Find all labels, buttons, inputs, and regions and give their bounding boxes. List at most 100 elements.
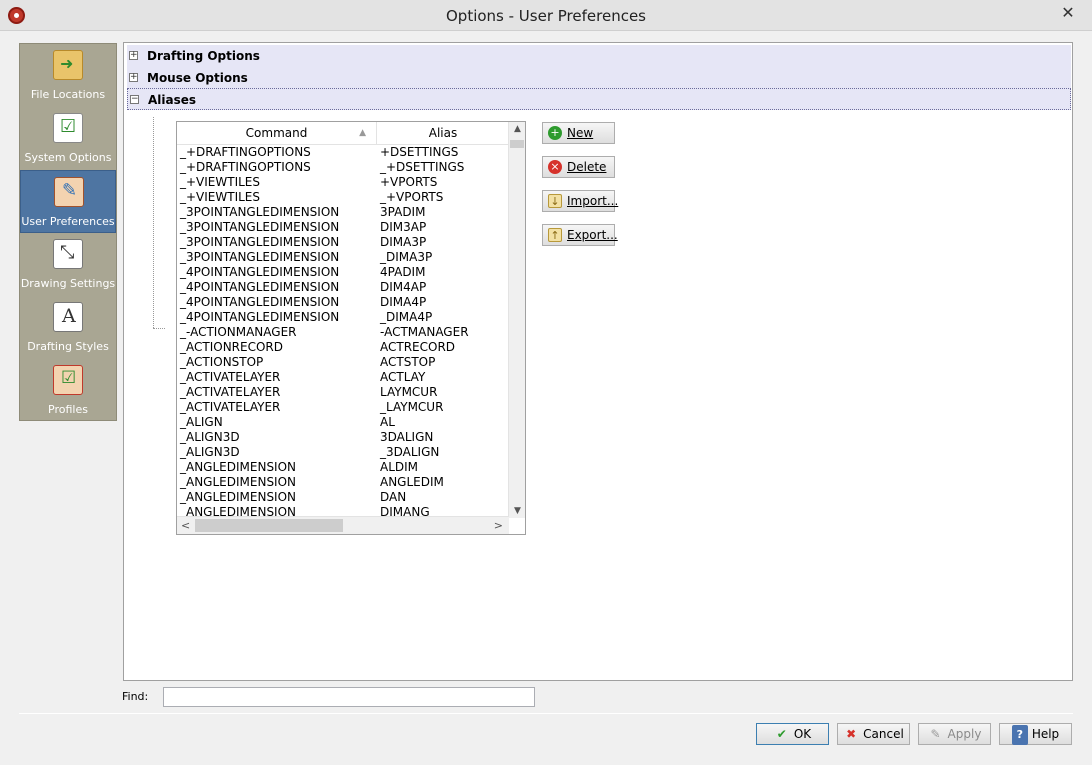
sidebar-item-label: File Locations xyxy=(30,88,106,101)
table-row[interactable]: _+VIEWTILES _+VPORTS xyxy=(177,190,509,205)
column-header-command[interactable]: Command ▲ xyxy=(177,122,377,145)
sidebar-item-profiles[interactable]: Profiles xyxy=(20,359,116,422)
table-row[interactable]: _ALIGN AL xyxy=(177,415,509,430)
close-button[interactable]: ✕ xyxy=(1058,3,1078,23)
command-cell: _ACTIVATELAYER xyxy=(180,370,281,384)
column-header-alias[interactable]: Alias xyxy=(377,122,509,145)
alias-cell: DIM3AP xyxy=(380,220,427,234)
tree-node-drafting-options[interactable]: + Drafting Options xyxy=(127,45,1071,67)
options-sidebar: File Locations System Options User Prefe… xyxy=(19,43,117,421)
table-row[interactable]: _ALIGN3D _3DALIGN xyxy=(177,445,509,460)
table-row[interactable]: _+VIEWTILES +VPORTS xyxy=(177,175,509,190)
alias-cell: ANGLEDIM xyxy=(380,475,444,489)
alias-cell: DIMA4P xyxy=(380,295,427,309)
folder-arrow-icon xyxy=(53,50,83,80)
help-button[interactable]: ? Help xyxy=(999,723,1072,745)
sidebar-item-label: Drawing Settings xyxy=(20,277,116,290)
sidebar-item-label: Drafting Styles xyxy=(27,340,109,353)
find-input[interactable] xyxy=(163,687,535,707)
sidebar-item-user-preferences[interactable]: User Preferences xyxy=(20,170,116,233)
table-row[interactable]: _4POINTANGLEDIMENSION 4PADIM xyxy=(177,265,509,280)
table-row[interactable]: _ACTIVATELAYER _LAYMCUR xyxy=(177,400,509,415)
command-cell: _4POINTANGLEDIMENSION xyxy=(180,280,340,294)
command-cell: _ACTIONRECORD xyxy=(180,340,283,354)
button-label: Delete xyxy=(567,160,607,174)
command-cell: _+VIEWTILES xyxy=(180,175,261,189)
command-cell: _+VIEWTILES xyxy=(180,190,261,204)
alias-rows: _+DRAFTINGOPTIONS +DSETTINGS _+DRAFTINGOP… xyxy=(177,145,509,517)
export-button[interactable]: ↑ Export... xyxy=(542,224,618,246)
table-row[interactable]: _-ACTIONMANAGER -ACTMANAGER xyxy=(177,325,509,340)
alias-cell: ACTRECORD xyxy=(380,340,456,354)
scroll-down-icon[interactable]: ▼ xyxy=(509,506,525,516)
alias-cell: DAN xyxy=(380,490,407,504)
table-row[interactable]: _+DRAFTINGOPTIONS _+DSETTINGS xyxy=(177,160,509,175)
expand-plus-icon[interactable]: + xyxy=(129,51,138,60)
export-icon: ↑ xyxy=(548,228,562,242)
table-row[interactable]: _+DRAFTINGOPTIONS +DSETTINGS xyxy=(177,145,509,160)
delete-alias-button[interactable]: × Delete xyxy=(542,156,615,178)
tree-connector xyxy=(153,328,165,329)
scroll-thumb[interactable] xyxy=(510,140,524,148)
checklist-icon xyxy=(53,113,83,143)
tree-node-mouse-options[interactable]: + Mouse Options xyxy=(127,67,1071,89)
table-row[interactable]: _ACTIVATELAYER ACTLAY xyxy=(177,370,509,385)
delete-icon: × xyxy=(548,160,562,174)
command-cell: _ALIGN3D xyxy=(180,430,240,444)
table-row[interactable]: _3POINTANGLEDIMENSION _DIMA3P xyxy=(177,250,509,265)
cancel-button[interactable]: ✖ Cancel xyxy=(837,723,910,745)
vertical-scrollbar[interactable]: ▲ ▼ xyxy=(508,122,525,518)
button-label: OK xyxy=(793,727,812,741)
command-cell: _3POINTANGLEDIMENSION xyxy=(180,250,340,264)
sort-ascending-icon: ▲ xyxy=(359,128,366,138)
table-row[interactable]: _ANGLEDIMENSION DAN xyxy=(177,490,509,505)
tree-node-label: Drafting Options xyxy=(147,49,260,63)
table-row[interactable]: _3POINTANGLEDIMENSION DIMA3P xyxy=(177,235,509,250)
apply-button[interactable]: ✎ Apply xyxy=(918,723,991,745)
table-row[interactable]: _4POINTANGLEDIMENSION DIMA4P xyxy=(177,295,509,310)
alias-cell: _LAYMCUR xyxy=(380,400,444,414)
cross-icon: ✖ xyxy=(846,727,857,741)
command-cell: _3POINTANGLEDIMENSION xyxy=(180,235,340,249)
command-cell: _3POINTANGLEDIMENSION xyxy=(180,220,340,234)
scroll-left-icon[interactable]: < xyxy=(181,519,190,532)
alias-cell: _DIMA4P xyxy=(380,310,433,324)
alias-cell: ACTSTOP xyxy=(380,355,436,369)
sidebar-item-drafting-styles[interactable]: Drafting Styles xyxy=(20,296,116,359)
ok-button[interactable]: ✔ OK xyxy=(756,723,829,745)
command-cell: _4POINTANGLEDIMENSION xyxy=(180,265,340,279)
button-label: New xyxy=(567,126,594,140)
table-row[interactable]: _3POINTANGLEDIMENSION 3PADIM xyxy=(177,205,509,220)
table-row[interactable]: _4POINTANGLEDIMENSION DIM4AP xyxy=(177,280,509,295)
table-row[interactable]: _ACTIVATELAYER LAYMCUR xyxy=(177,385,509,400)
button-label: Import... xyxy=(567,194,619,208)
alias-cell: ALDIM xyxy=(380,460,419,474)
table-row[interactable]: _ACTIONRECORD ACTRECORD xyxy=(177,340,509,355)
table-row[interactable]: _ANGLEDIMENSION ANGLEDIM xyxy=(177,475,509,490)
alias-table[interactable]: Command ▲ Alias _+DRAFTINGOPTIONS +DSETTI… xyxy=(176,121,526,535)
command-cell: _4POINTANGLEDIMENSION xyxy=(180,310,340,324)
table-row[interactable]: _3POINTANGLEDIMENSION DIM3AP xyxy=(177,220,509,235)
scroll-right-icon[interactable]: > xyxy=(494,519,503,532)
new-alias-button[interactable]: + New xyxy=(542,122,615,144)
collapse-minus-icon[interactable]: − xyxy=(130,95,139,104)
sidebar-item-drawing-settings[interactable]: Drawing Settings xyxy=(20,233,116,296)
horizontal-scrollbar[interactable]: < > xyxy=(177,516,509,534)
table-row[interactable]: _4POINTANGLEDIMENSION _DIMA4P xyxy=(177,310,509,325)
table-row[interactable]: _ACTIONSTOP ACTSTOP xyxy=(177,355,509,370)
sidebar-item-file-locations[interactable]: File Locations xyxy=(20,44,116,107)
import-icon: ↓ xyxy=(548,194,562,208)
scroll-thumb[interactable] xyxy=(195,519,343,532)
table-row[interactable]: _ALIGN3D 3DALIGN xyxy=(177,430,509,445)
expand-plus-icon[interactable]: + xyxy=(129,73,138,82)
alias-cell: _+DSETTINGS xyxy=(380,160,465,174)
sidebar-item-label: System Options xyxy=(24,151,112,164)
tree-node-aliases[interactable]: − Aliases xyxy=(127,88,1071,110)
sidebar-item-system-options[interactable]: System Options xyxy=(20,107,116,170)
command-cell: _ANGLEDIMENSION xyxy=(180,490,297,504)
import-button[interactable]: ↓ Import... xyxy=(542,190,619,212)
alias-cell: _+VPORTS xyxy=(380,190,444,204)
user-pencil-icon xyxy=(54,177,84,207)
table-row[interactable]: _ANGLEDIMENSION ALDIM xyxy=(177,460,509,475)
scroll-up-icon[interactable]: ▲ xyxy=(509,124,525,134)
